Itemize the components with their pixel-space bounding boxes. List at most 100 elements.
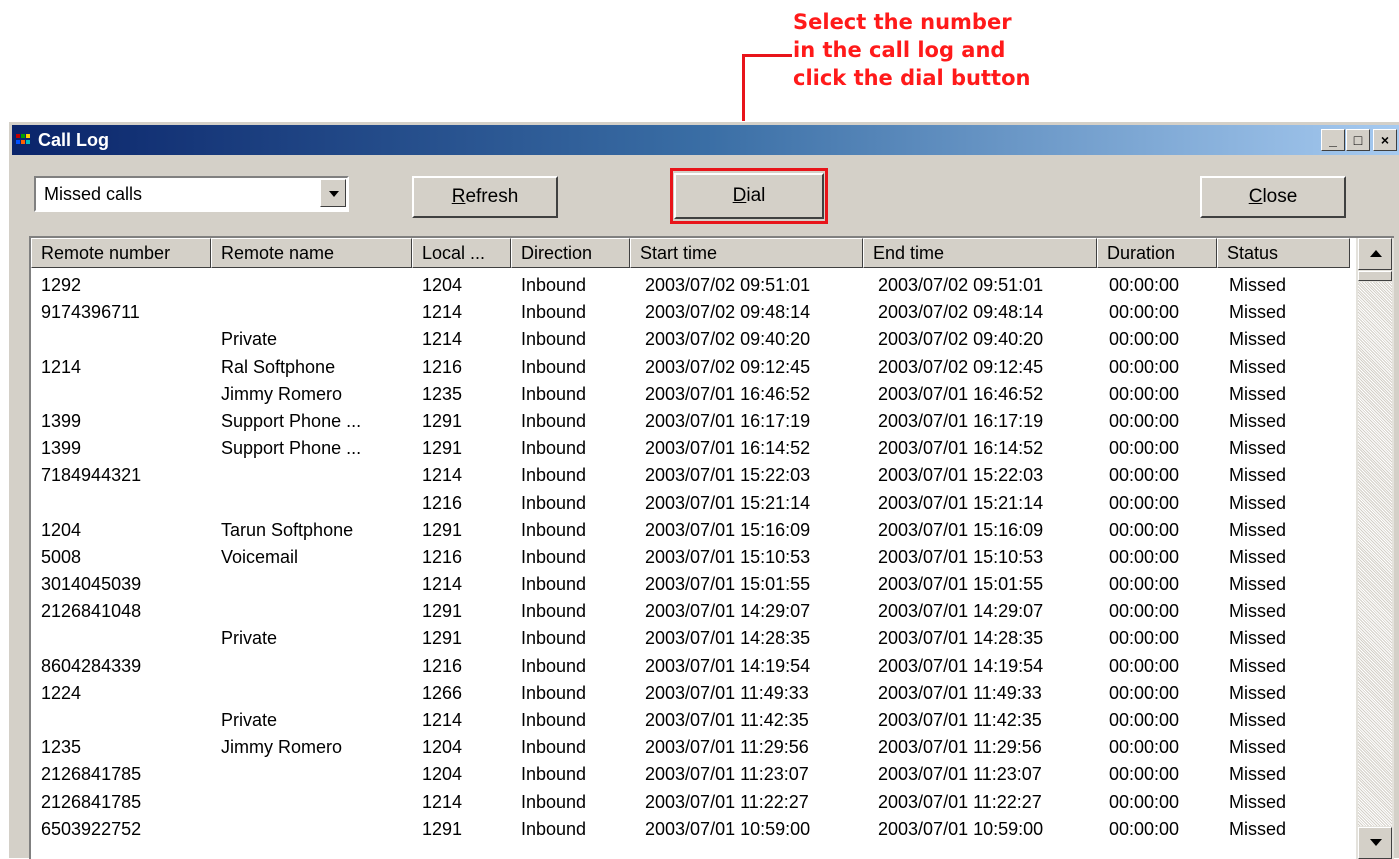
cell-direction: Inbound	[521, 356, 587, 377]
cell-status: Missed	[1229, 275, 1287, 295]
cell-duration: 00:00:00	[1109, 791, 1180, 812]
cell-remote-name: Ral Softphone	[221, 356, 336, 377]
close-button[interactable]: Close	[1200, 176, 1346, 218]
cell-local-number: 1216	[422, 655, 463, 676]
table-row[interactable]: 7184944321 1214 Inbound 2003/07/01 15:22:03…	[31, 462, 1351, 489]
cell-local-number: 1204	[422, 275, 463, 295]
vertical-scrollbar[interactable]	[1356, 238, 1394, 859]
cell-status: Missed	[1229, 438, 1287, 459]
cell-end-time: 2003/07/01 15:21:14	[878, 492, 1044, 513]
cell-remote-number: 9174396711	[41, 302, 140, 323]
cell-duration: 00:00:00	[1109, 410, 1180, 431]
column-header-remote-number[interactable]: Remote number	[31, 238, 211, 268]
minimize-button[interactable]: _	[1321, 129, 1345, 151]
scroll-down-button[interactable]	[1358, 827, 1392, 859]
cell-local-number: 1291	[422, 410, 463, 431]
table-row[interactable]: 8604284339 1216 Inbound 2003/07/01 14:19:54…	[31, 653, 1351, 680]
column-header-status[interactable]: Status	[1217, 238, 1350, 268]
arrow-up-icon	[1370, 250, 1382, 257]
cell-direction: Inbound	[521, 329, 587, 350]
cell-direction: Inbound	[521, 519, 587, 540]
maximize-button[interactable]: □	[1346, 129, 1370, 151]
close-window-button[interactable]: ×	[1373, 129, 1397, 151]
cell-duration: 00:00:00	[1109, 682, 1180, 703]
cell-start-time: 2003/07/01 11:22:27	[645, 791, 809, 812]
cell-local-number: 1291	[422, 818, 463, 839]
app-icon	[16, 132, 34, 148]
cell-duration: 00:00:00	[1109, 492, 1180, 513]
cell-status: Missed	[1229, 737, 1287, 758]
table-row[interactable]: 9174396711 1214 Inbound 2003/07/02 09:48:14…	[31, 299, 1351, 326]
cell-status: Missed	[1229, 574, 1287, 595]
cell-end-time: 2003/07/01 11:22:27	[878, 791, 1042, 812]
callout-line-1: Select the number	[793, 10, 1012, 34]
table-row[interactable]: 5008 Voicemail 1216 Inbound 2003/07/01 15:10…	[31, 544, 1351, 571]
table-row[interactable]: 2126841785 1204 Inbound 2003/07/01 11:23:07…	[31, 761, 1351, 788]
cell-direction: Inbound	[521, 410, 587, 431]
cell-start-time: 2003/07/02 09:40:20	[645, 329, 811, 350]
cell-status: Missed	[1229, 492, 1287, 513]
cell-status: Missed	[1229, 764, 1287, 785]
cell-local-number: 1214	[422, 329, 463, 350]
scroll-thumb[interactable]	[1358, 271, 1392, 281]
cell-status: Missed	[1229, 628, 1287, 649]
call-log-window: Call Log _ □ × Missed calls Refresh Dial…	[8, 121, 1399, 859]
cell-status: Missed	[1229, 546, 1287, 567]
cell-status: Missed	[1229, 465, 1287, 486]
cell-remote-name: Jimmy Romero	[221, 737, 343, 758]
table-row[interactable]: 1292 1204 Inbound 2003/07/02 09:51:01 2003/0…	[31, 272, 1351, 299]
cell-remote-number: 2126841048	[41, 601, 142, 622]
cell-status: Missed	[1229, 302, 1287, 323]
cell-remote-name: Support Phone ...	[221, 410, 362, 431]
callout-leader-horizontal	[742, 54, 792, 57]
cell-end-time: 2003/07/01 14:28:35	[878, 628, 1044, 649]
table-row[interactable]: 1235 Jimmy Romero 1204 Inbound 2003/07/01 11…	[31, 734, 1351, 761]
table-row[interactable]: 1216 Inbound 2003/07/01 15:21:14 2003/07/01…	[31, 490, 1351, 517]
cell-remote-number: 1204	[41, 519, 82, 540]
refresh-button[interactable]: Refresh	[412, 176, 558, 218]
table-row[interactable]: 1399 Support Phone ... 1291 Inbound 2003/07/…	[31, 408, 1351, 435]
scroll-track[interactable]	[1358, 282, 1392, 826]
table-row[interactable]: Private 1214 Inbound 2003/07/01 11:42:35 200…	[31, 707, 1351, 734]
cell-remote-name: Private	[221, 710, 278, 730]
cell-start-time: 2003/07/02 09:51:01	[645, 275, 811, 295]
cell-duration: 00:00:00	[1109, 818, 1180, 839]
table-row[interactable]: 1399 Support Phone ... 1291 Inbound 2003/07/…	[31, 435, 1351, 462]
call-log-table[interactable]: Remote number Remote name Local ... Dire…	[29, 236, 1394, 859]
table-row[interactable]: Jimmy Romero 1235 Inbound 2003/07/01 16:46:…	[31, 381, 1351, 408]
table-row[interactable]: 1204 Tarun Softphone 1291 Inbound 2003/07/01…	[31, 517, 1351, 544]
column-header-remote-name[interactable]: Remote name	[211, 238, 412, 268]
cell-remote-number: 1224	[41, 682, 82, 703]
cell-local-number: 1214	[422, 574, 463, 595]
cell-end-time: 2003/07/01 11:23:07	[878, 764, 1042, 785]
callout-line-2: in the call log and	[793, 38, 1006, 62]
table-row[interactable]: Private 1214 Inbound 2003/07/02 09:40:20 200…	[31, 326, 1351, 353]
cell-remote-number: 1399	[41, 438, 82, 459]
column-header-local[interactable]: Local ...	[412, 238, 511, 268]
table-row[interactable]: 2126841048 1291 Inbound 2003/07/01 14:29:07…	[31, 598, 1351, 625]
table-row[interactable]: 3014045039 1214 Inbound 2003/07/01 15:01:55…	[31, 571, 1351, 598]
title-bar[interactable]: Call Log _ □ ×	[12, 125, 1399, 155]
cell-remote-number: 1214	[41, 356, 82, 377]
table-row[interactable]: 1214 Ral Softphone 1216 Inbound 2003/07/02 0…	[31, 354, 1351, 381]
call-filter-select[interactable]: Missed calls	[34, 176, 349, 212]
cell-start-time: 2003/07/01 11:49:33	[645, 682, 809, 703]
cell-status: Missed	[1229, 383, 1287, 404]
column-header-direction[interactable]: Direction	[511, 238, 630, 268]
cell-status: Missed	[1229, 410, 1287, 431]
table-row[interactable]: 6503922752 1291 Inbound 2003/07/01 10:59:00…	[31, 816, 1351, 843]
dropdown-button[interactable]	[320, 179, 346, 207]
table-row[interactable]: 1224 1266 Inbound 2003/07/01 11:49:33 2003/0…	[31, 680, 1351, 707]
table-row[interactable]: 2126841785 1214 Inbound 2003/07/01 11:22:27…	[31, 789, 1351, 816]
column-header-duration[interactable]: Duration	[1097, 238, 1217, 268]
cell-remote-number: 1292	[41, 275, 82, 295]
cell-remote-number: 1235	[41, 737, 82, 758]
table-row[interactable]: Private 1291 Inbound 2003/07/01 14:28:35 200…	[31, 625, 1351, 652]
cell-remote-name: Support Phone ...	[221, 438, 362, 459]
cell-duration: 00:00:00	[1109, 574, 1180, 595]
scroll-up-button[interactable]	[1358, 238, 1392, 270]
cell-local-number: 1204	[422, 764, 463, 785]
column-header-start-time[interactable]: Start time	[630, 238, 863, 268]
column-header-end-time[interactable]: End time	[863, 238, 1097, 268]
cell-duration: 00:00:00	[1109, 737, 1180, 758]
